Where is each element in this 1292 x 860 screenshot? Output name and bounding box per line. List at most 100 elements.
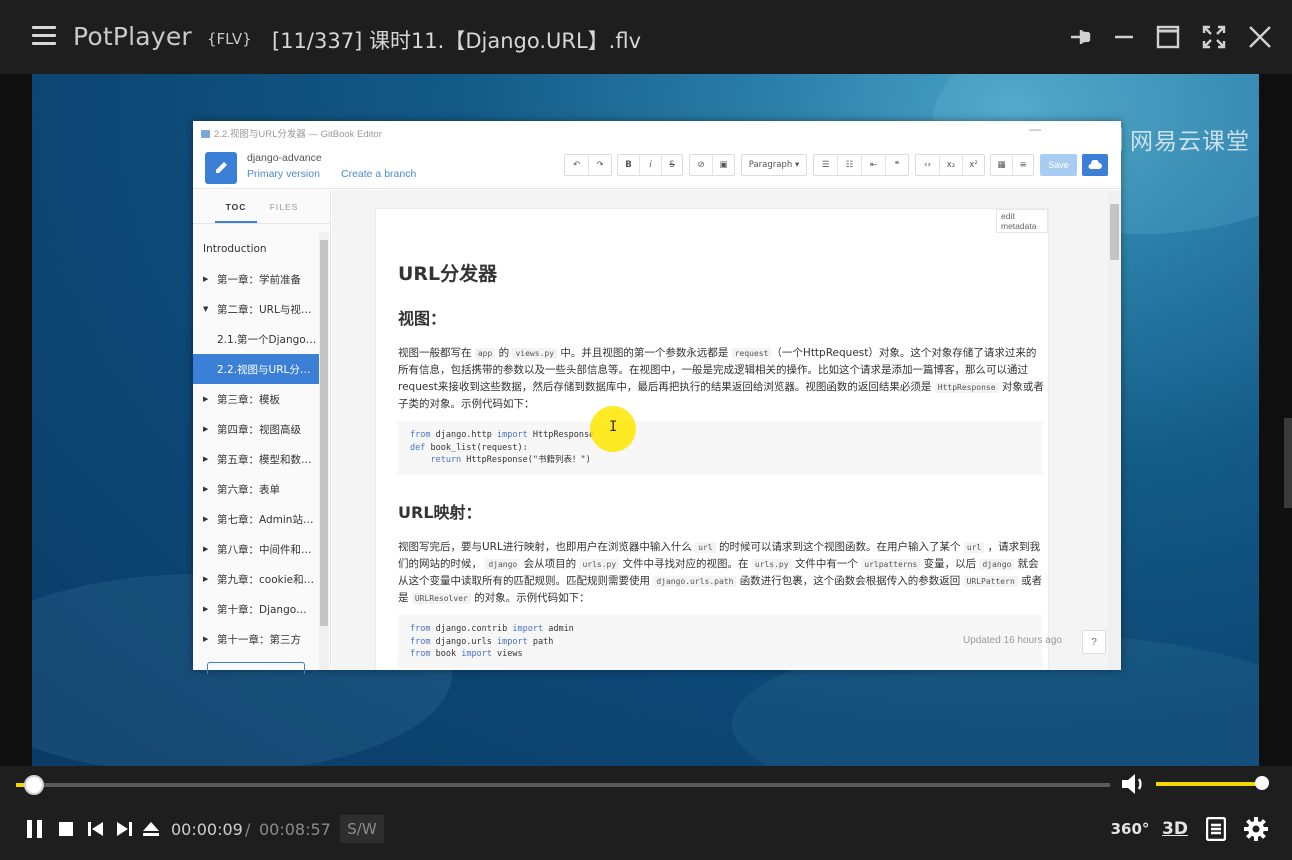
table-icon: ▦ (991, 155, 1013, 175)
video-area[interactable]: 网易云课堂 2.2.视图与URL分发器 — GitBook Editor — d… (0, 74, 1292, 766)
sidebar-tabs: TOC FILES (193, 190, 330, 224)
code-block-url: from django.contrib import admin from dja… (398, 615, 1042, 669)
caret-right-icon: ▶ (203, 425, 209, 433)
toc-item: ▶ 第十章：Django… (193, 594, 319, 624)
toc-item: ▶ 第一章：学前准备 (193, 264, 319, 294)
caret-right-icon: ▶ (203, 575, 209, 583)
book-icon (201, 130, 210, 138)
text-cursor-icon: I (609, 419, 618, 435)
toc-item: 2.2.视图与URL分… (193, 354, 319, 384)
seek-bar[interactable] (16, 783, 1110, 787)
outdent-icon: ⇤ (862, 155, 886, 175)
settings-gear-icon[interactable] (1242, 814, 1270, 844)
code-line: from django.http import HttpResponse (410, 430, 595, 440)
undo-redo-group: ↶ ↷ (564, 154, 612, 176)
caret-right-icon: ▶ (203, 275, 209, 283)
caret-right-icon: ▶ (203, 455, 209, 463)
pause-icon[interactable] (24, 817, 46, 841)
format-badge: {FLV} (207, 30, 252, 48)
toc-item: ▶ 第五章：模型和数… (193, 444, 319, 474)
italic-icon: i (640, 155, 662, 175)
code-block-view: from django.http import HttpResponse def … (398, 421, 1042, 475)
version-link: Primary version (247, 168, 320, 180)
paragraph-view: 视图一般都写在 app 的 views.py 中。并且视图的第一个参数永远都是 … (398, 347, 1044, 410)
current-time: 00:00:09 (171, 820, 243, 839)
gitbook-content: edit metadata URL分发器 视图： 视图一般都写在 app 的 v… (332, 190, 1121, 670)
maximize-icon[interactable] (1151, 20, 1185, 54)
bold-icon: B (618, 155, 640, 175)
toc-item: ▶ 第六章：表单 (193, 474, 319, 504)
toc-item: ▼ 第二章：URL与视… (193, 294, 319, 324)
toc-item-label: 第四章：视图高级 (217, 423, 301, 436)
article-title: URL分发器 (398, 263, 498, 285)
pin-icon[interactable] (1064, 20, 1098, 54)
side-panel-handle[interactable] (1284, 418, 1292, 508)
app-name[interactable]: PotPlayer (73, 22, 192, 51)
edit-pencil-icon (205, 152, 237, 184)
code-line: def book_list(request): (410, 442, 528, 453)
gitbook-title-bar: 2.2.视图与URL分发器 — GitBook Editor — (193, 121, 1121, 143)
code-line: from book import views (410, 649, 523, 659)
fullscreen-icon[interactable] (1197, 20, 1231, 54)
toc-list: Introduction ▶ 第一章：学前准备 ▼ 第二章：URL与视… 2.1.第一个D… (193, 234, 319, 654)
quote-icon: ❝ (894, 160, 900, 170)
toc-item-label: Introduction (203, 243, 267, 255)
caret-right-icon: ▶ (203, 635, 209, 643)
playlist-icon[interactable] (1204, 814, 1228, 844)
minimize-icon[interactable] (1107, 20, 1141, 54)
3d-button[interactable]: 3D (1160, 814, 1190, 844)
stop-icon[interactable] (56, 817, 76, 841)
toc-item: 2.1.第一个Django… (193, 324, 319, 354)
toc-item-label: 第十章：Django… (217, 603, 307, 616)
toc-item: ▶ 第七章：Admin站… (193, 504, 319, 534)
upload-cloud-icon (1082, 154, 1108, 176)
sw-decoder-button[interactable]: S/W (340, 815, 384, 843)
toc-item-label: 第二章：URL与视… (217, 303, 312, 316)
close-icon[interactable] (1243, 20, 1277, 54)
format-group: BiS (617, 154, 683, 176)
code-line: from django.contrib import admin (410, 624, 574, 634)
gitbook-sidebar: TOC FILES Introduction ▶ 第一章：学前准备 ▼ 第二章：URL与… (193, 190, 331, 674)
tab-toc: TOC (215, 190, 257, 223)
hamburger-menu-icon[interactable] (32, 26, 56, 46)
caret-right-icon: ▶ (203, 395, 209, 403)
next-icon[interactable] (114, 817, 134, 841)
list-group: ☰ ☷ ⇤ ❝ (813, 154, 909, 176)
toc-item-label: 第六章：表单 (217, 483, 280, 496)
superscript-icon: x² (969, 160, 978, 170)
more-icon: ≡ (1019, 160, 1027, 170)
toc-item-label: 第八章：中间件和… (217, 543, 312, 556)
heading-view: 视图： (398, 309, 447, 328)
volume-handle[interactable] (1255, 776, 1269, 790)
book-name: django-advance (247, 152, 322, 164)
toc-item: ▶ 第九章：cookie和… (193, 564, 319, 594)
toc-item-label: 2.2.视图与URL分… (217, 363, 311, 376)
toc-item: ▶ 第四章：视图高级 (193, 414, 319, 444)
caret-down-icon: ▼ (203, 305, 209, 313)
time-separator: / (245, 820, 251, 839)
volume-icon[interactable] (1120, 772, 1148, 796)
updated-timestamp: Updated 16 hours ago (963, 635, 1062, 646)
help-button: ? (1082, 630, 1106, 654)
paragraph-url-mapping: 视图写完后，要与URL进行映射，也即用户在浏览器中输入什么 url 的时候可以请… (398, 541, 1043, 604)
title-bar: PotPlayer {FLV} [11/337] 课时11.【Django.UR… (0, 0, 1292, 74)
paragraph-select: Paragraph ▾ (741, 154, 807, 176)
volume-level (1156, 782, 1262, 786)
strikethrough-icon: S (669, 160, 675, 170)
caret-right-icon: ▶ (203, 485, 209, 493)
caret-right-icon: ▶ (203, 605, 209, 613)
gitbook-header: django-advance Primary version Create a … (193, 143, 1121, 189)
toc-item: ▶ 第十一章：第三方 (193, 624, 319, 654)
subscript-icon: x₂ (940, 155, 963, 175)
file-title: [11/337] 课时11.【Django.URL】.flv (272, 29, 641, 53)
toc-item-label: 第九章：cookie和… (217, 573, 315, 586)
toc-item-label: 2.1.第一个Django… (217, 333, 317, 346)
toc-item-label: 第十一章：第三方 (217, 633, 301, 646)
eject-icon[interactable] (141, 817, 161, 841)
potplayer-window: PotPlayer {FLV} [11/337] 课时11.【Django.UR… (0, 0, 1292, 860)
previous-icon[interactable] (86, 817, 106, 841)
toc-item-label: 第一章：学前准备 (217, 273, 301, 286)
numbered-list-icon: ☷ (838, 155, 862, 175)
code-group: ‹› x₂ x² (915, 154, 985, 176)
vr-360-button[interactable]: 360° (1110, 814, 1150, 844)
